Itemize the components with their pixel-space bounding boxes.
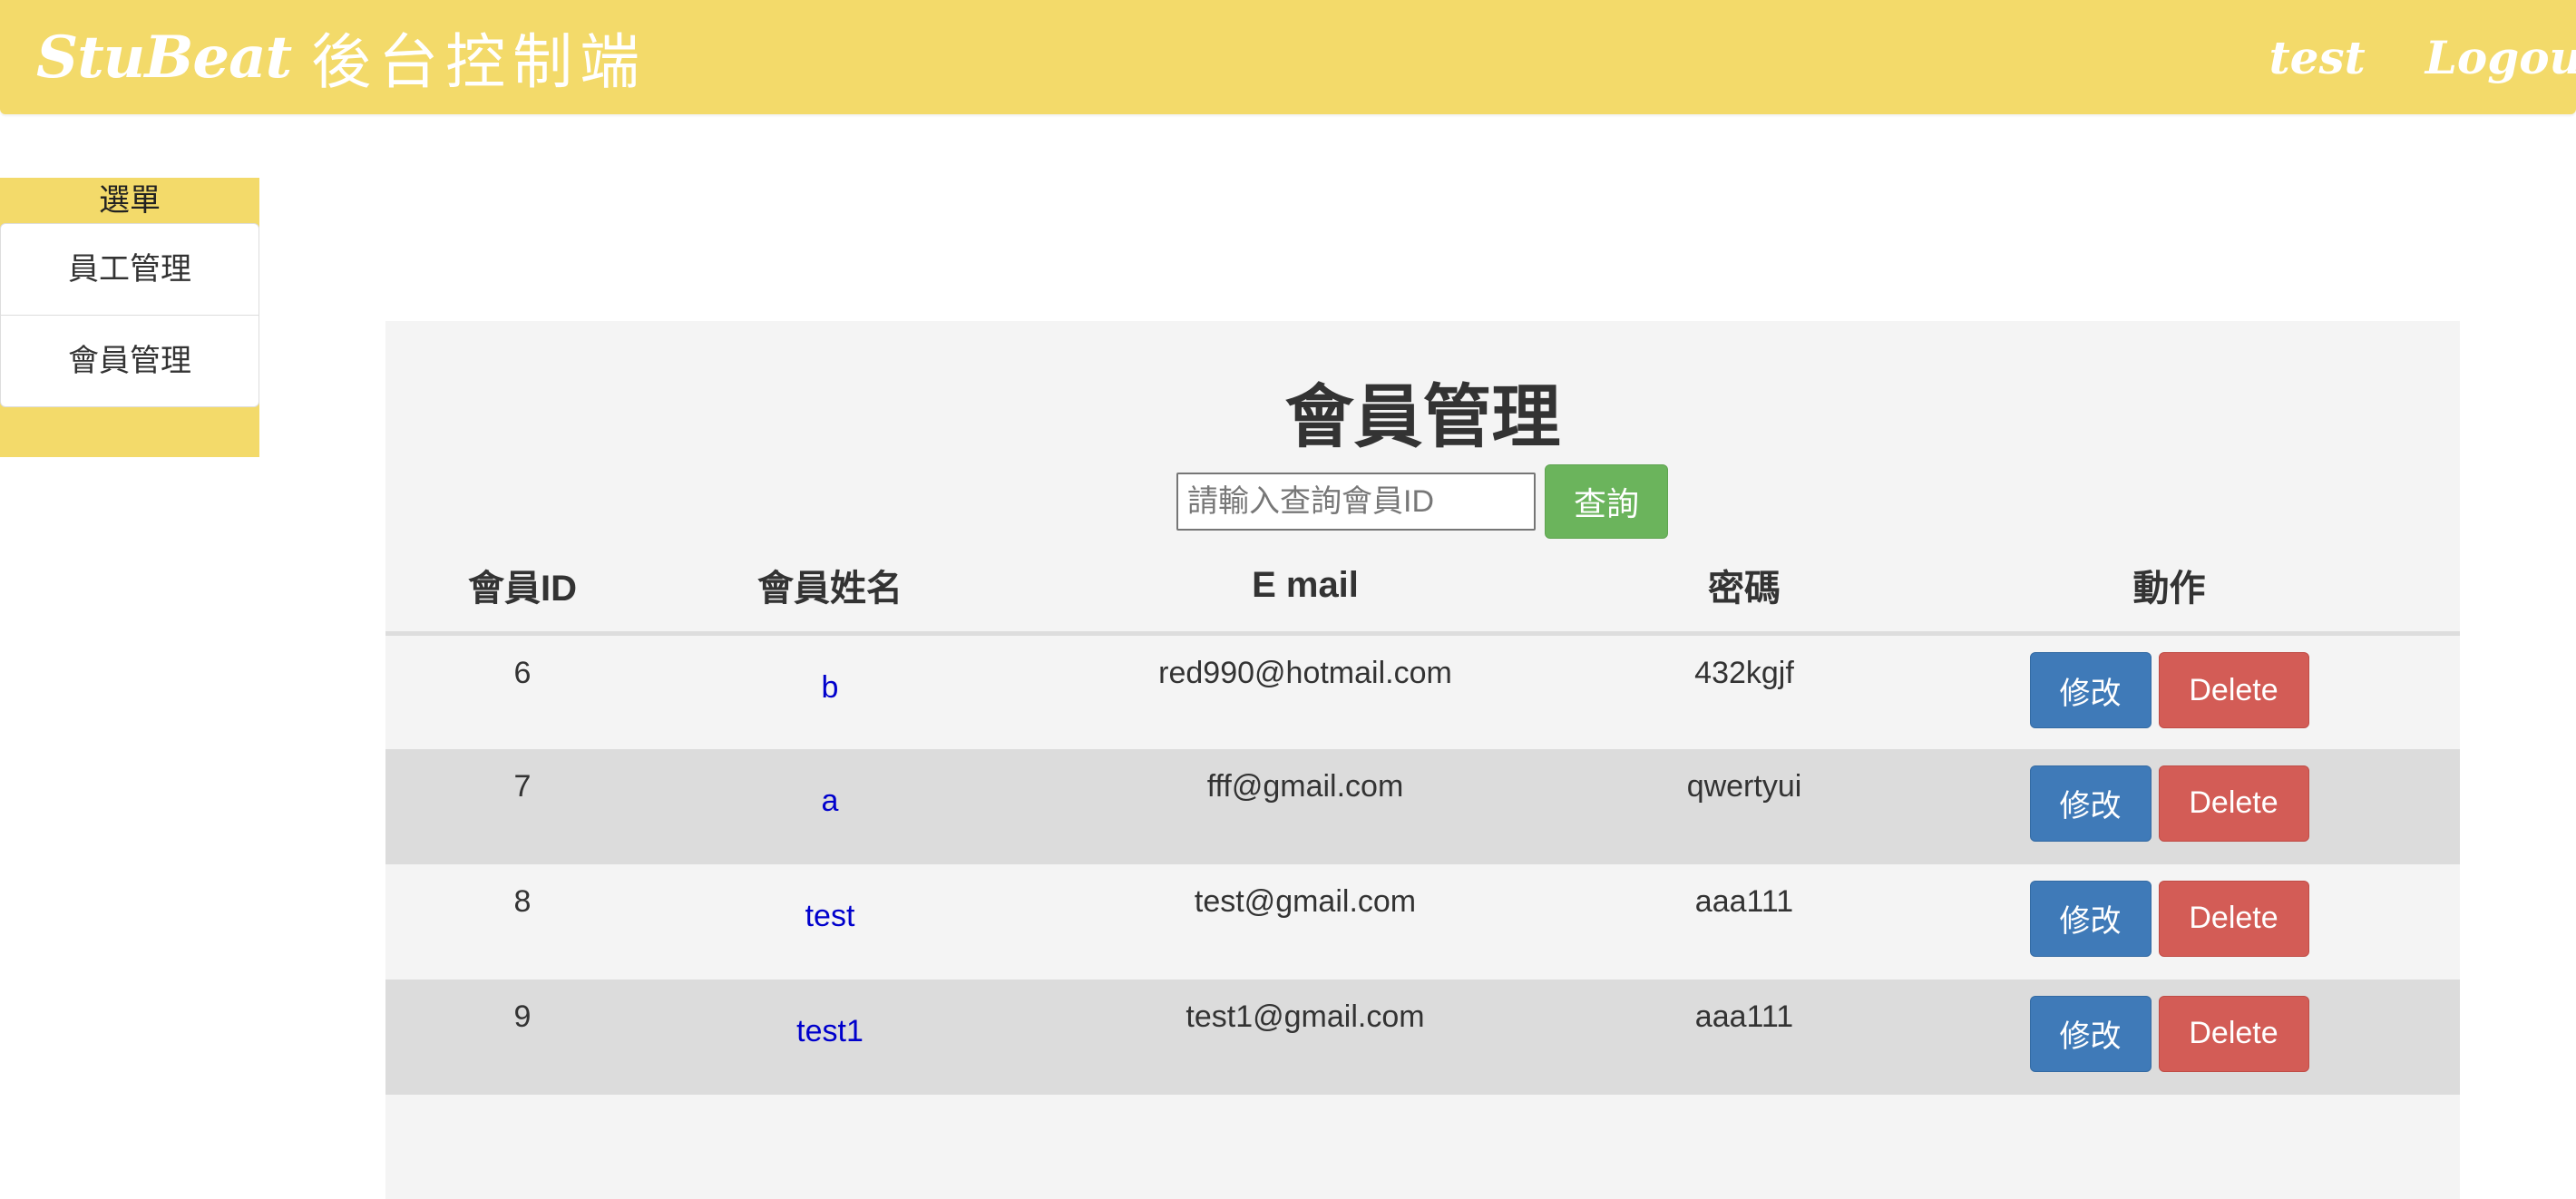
brand-subtitle: 後台控制端 bbox=[311, 27, 648, 97]
sidebar-item-member-management[interactable]: 會員管理 bbox=[1, 316, 259, 406]
member-id-cell: 9 bbox=[385, 979, 659, 1095]
search-bar: 查詢 bbox=[1176, 464, 1668, 539]
member-name-link[interactable]: test1 bbox=[659, 979, 1000, 1095]
top-navbar: StuBeat 後台控制端 test Logout bbox=[0, 0, 2576, 114]
brand-name[interactable]: StuBeat bbox=[36, 24, 292, 92]
column-header-actions: 動作 bbox=[1878, 539, 2460, 636]
delete-button[interactable]: Delete bbox=[2158, 765, 2309, 842]
column-header-member-name: 會員姓名 bbox=[659, 539, 1000, 636]
sidebar-title: 選單 bbox=[99, 183, 161, 218]
edit-button[interactable]: 修改 bbox=[2029, 995, 2152, 1072]
table-row: 7 a fff@gmail.com qwertyui 修改 Delete bbox=[385, 748, 2460, 864]
table-row: 8 test test@gmail.com aaa111 修改 Delete bbox=[385, 863, 2460, 980]
edit-button[interactable]: 修改 bbox=[2029, 765, 2152, 842]
password-cell: qwertyui bbox=[1610, 748, 1878, 864]
sidebar-menu: 選單 員工管理 會員管理 bbox=[0, 178, 259, 457]
page-title: 會員管理 bbox=[1284, 379, 1561, 456]
member-name-link[interactable]: test bbox=[659, 863, 1000, 980]
password-cell: 432kgjf bbox=[1610, 633, 1878, 749]
sidebar-item-staff-management[interactable]: 員工管理 bbox=[1, 224, 259, 316]
member-table: 會員ID 會員姓名 E mail 密碼 動作 6 b red990@hotmai… bbox=[385, 539, 2460, 1095]
search-button[interactable]: 查詢 bbox=[1545, 464, 1668, 539]
table-header-row: 會員ID 會員姓名 E mail 密碼 動作 bbox=[385, 539, 2460, 636]
member-id-cell: 8 bbox=[385, 863, 659, 980]
column-header-member-id: 會員ID bbox=[385, 539, 659, 636]
email-cell: test1@gmail.com bbox=[1000, 979, 1610, 1095]
nav-user-link[interactable]: test bbox=[2269, 31, 2366, 84]
member-id-search-input[interactable] bbox=[1176, 473, 1536, 531]
table-row: 9 test1 test1@gmail.com aaa111 修改 Delete bbox=[385, 979, 2460, 1095]
member-name-link[interactable]: b bbox=[659, 633, 1000, 749]
nav-logout-link[interactable]: Logout bbox=[2425, 31, 2576, 84]
sidebar-list: 員工管理 會員管理 bbox=[0, 223, 259, 407]
edit-button[interactable]: 修改 bbox=[2029, 880, 2152, 957]
nav-links: test Logout bbox=[2269, 18, 2576, 96]
column-header-email: E mail bbox=[1000, 539, 1610, 636]
table-row: 6 b red990@hotmail.com 432kgjf 修改 Delete bbox=[385, 633, 2460, 749]
member-id-cell: 7 bbox=[385, 748, 659, 864]
actions-cell: 修改 Delete bbox=[1878, 748, 2460, 864]
email-cell: fff@gmail.com bbox=[1000, 748, 1610, 864]
main-panel: 會員管理 查詢 會員ID 會員姓名 E mail 密碼 動作 6 b bbox=[385, 321, 2460, 1199]
email-cell: red990@hotmail.com bbox=[1000, 633, 1610, 749]
delete-button[interactable]: Delete bbox=[2158, 995, 2309, 1072]
member-id-cell: 6 bbox=[385, 633, 659, 749]
actions-cell: 修改 Delete bbox=[1878, 979, 2460, 1095]
column-header-password: 密碼 bbox=[1610, 539, 1878, 636]
password-cell: aaa111 bbox=[1610, 979, 1878, 1095]
password-cell: aaa111 bbox=[1610, 863, 1878, 980]
edit-button[interactable]: 修改 bbox=[2029, 652, 2152, 728]
brand[interactable]: StuBeat 後台控制端 bbox=[36, 16, 647, 98]
delete-button[interactable]: Delete bbox=[2158, 880, 2309, 957]
actions-cell: 修改 Delete bbox=[1878, 633, 2460, 749]
member-name-link[interactable]: a bbox=[659, 748, 1000, 864]
email-cell: test@gmail.com bbox=[1000, 863, 1610, 980]
delete-button[interactable]: Delete bbox=[2158, 652, 2309, 728]
actions-cell: 修改 Delete bbox=[1878, 863, 2460, 980]
